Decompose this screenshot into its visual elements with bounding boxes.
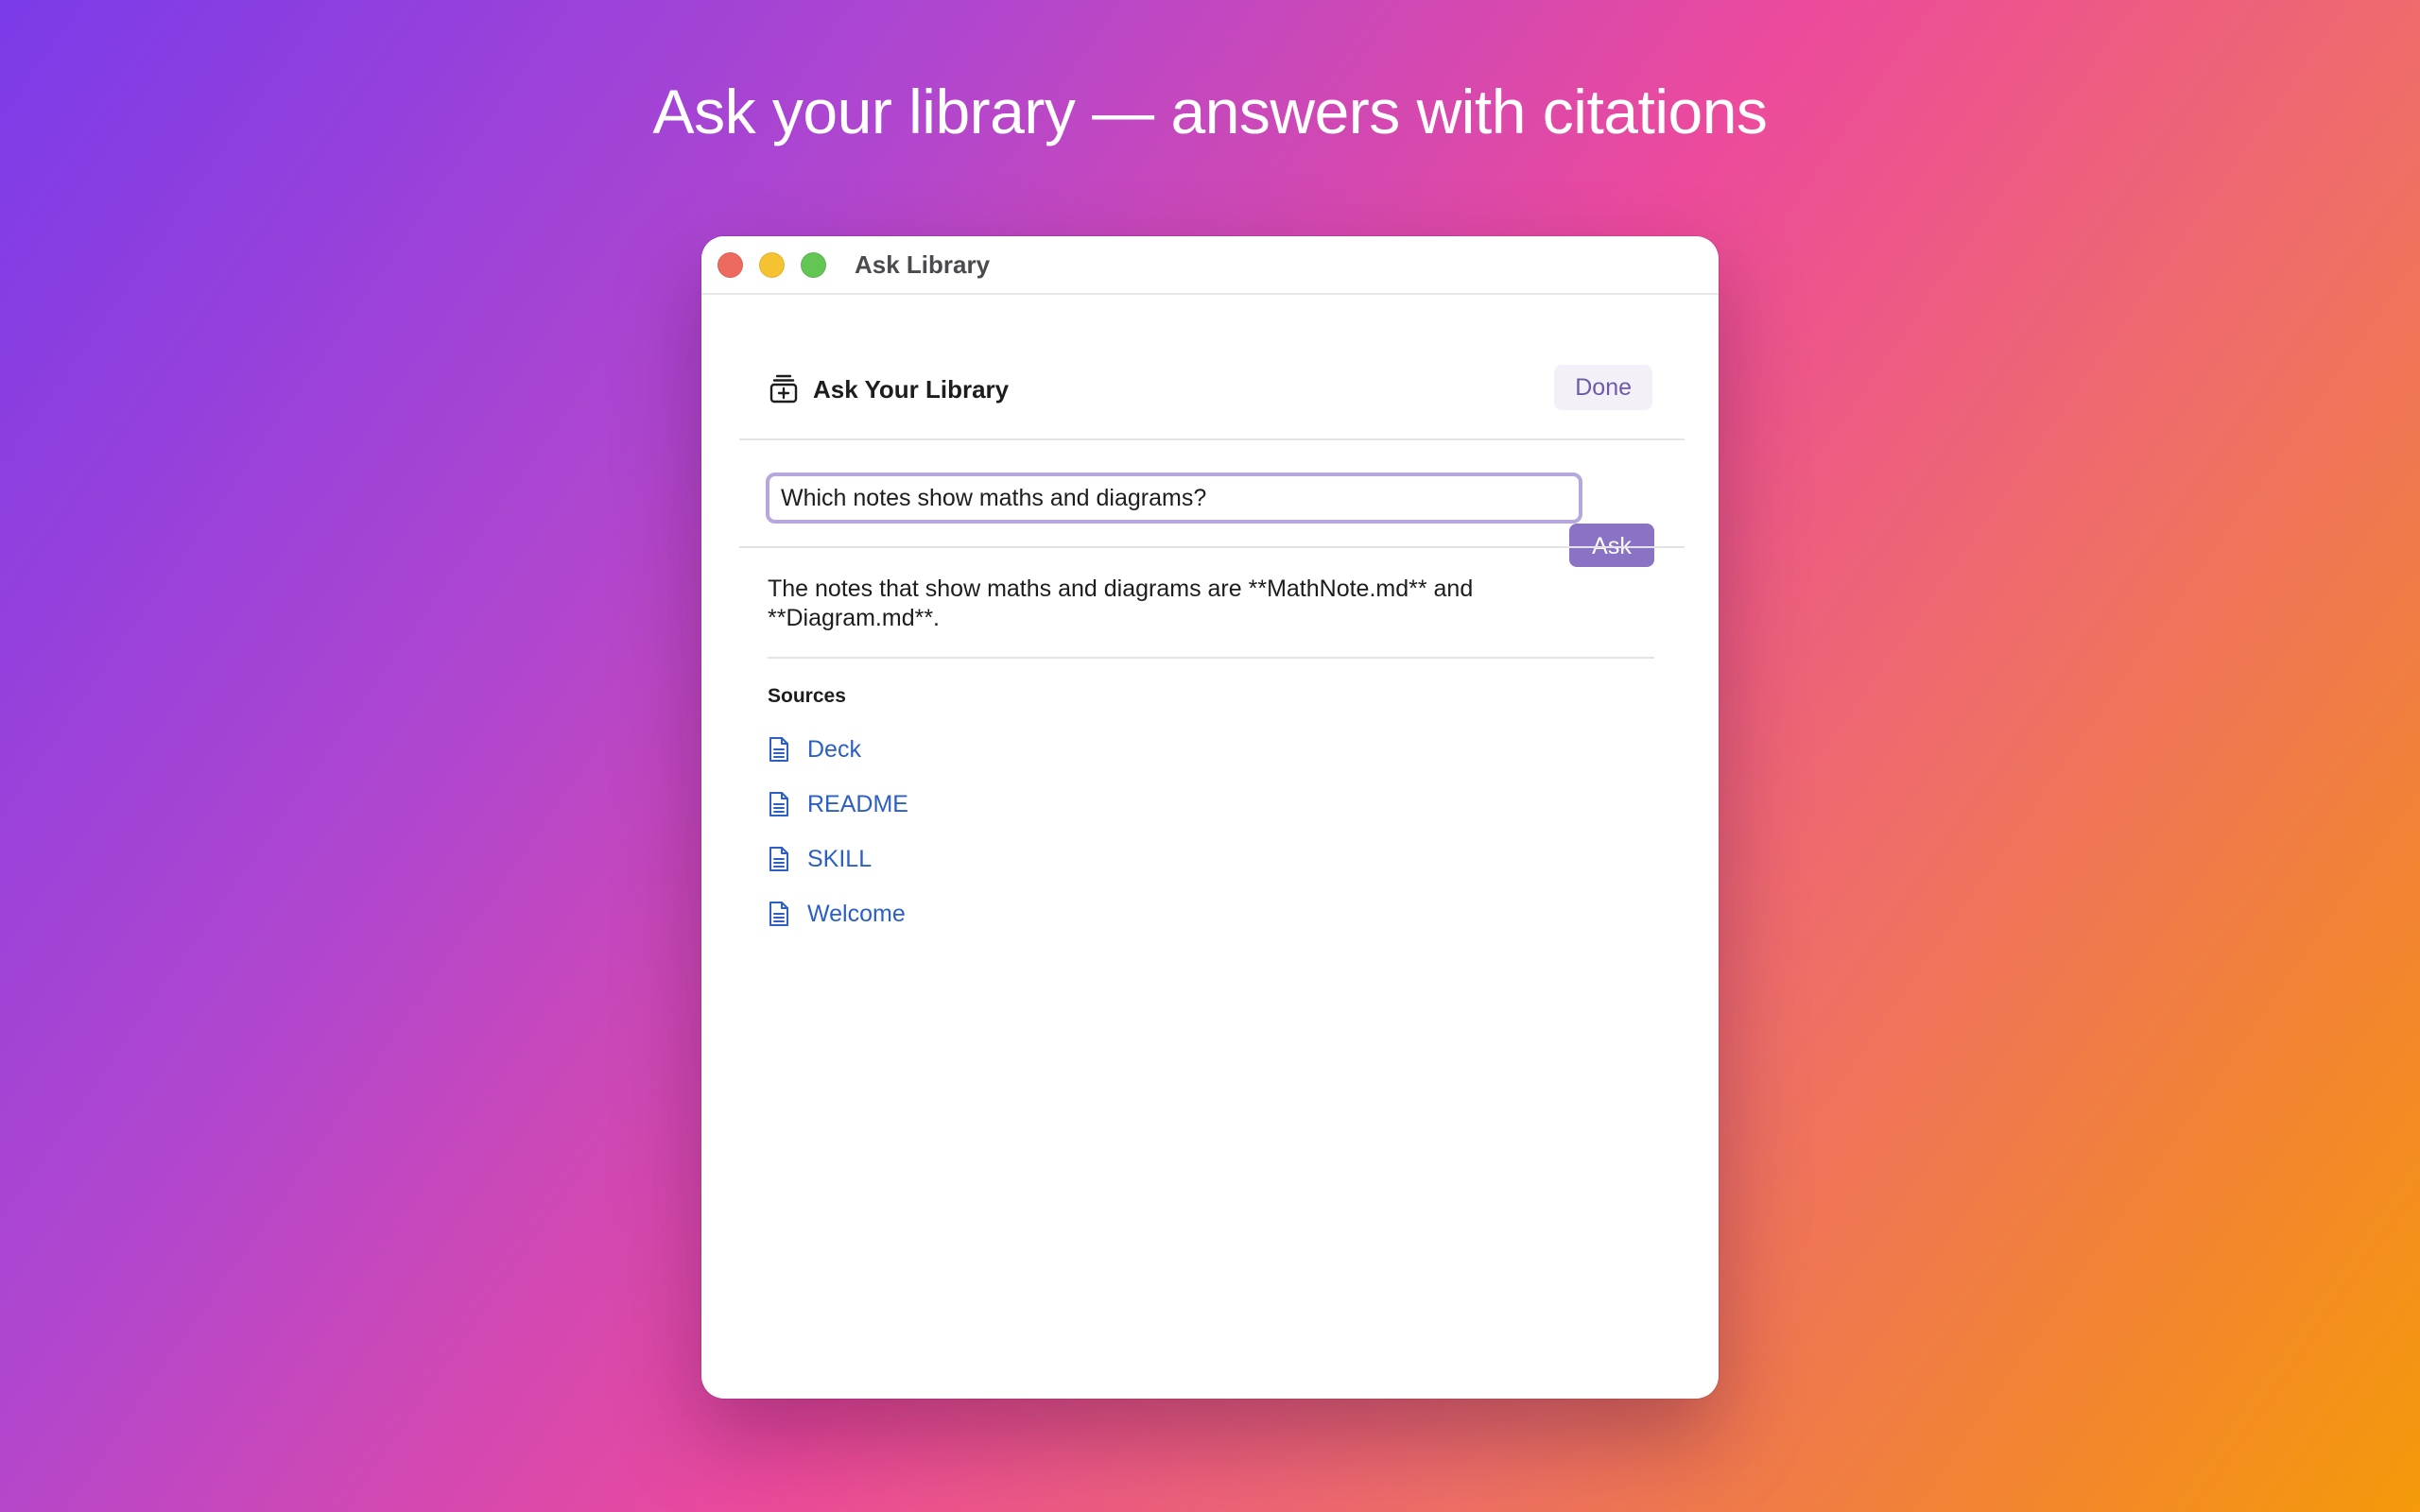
answer-divider: [768, 657, 1654, 659]
document-icon: [769, 847, 788, 871]
question-input[interactable]: [766, 472, 1582, 524]
source-link-skill[interactable]: SKILL: [807, 846, 872, 873]
source-link-deck[interactable]: Deck: [807, 736, 861, 764]
header-separator: [739, 438, 1685, 440]
source-item[interactable]: Welcome: [768, 886, 908, 941]
zoom-window-button[interactable]: [801, 252, 826, 278]
panel-title: Ask Your Library: [813, 375, 1010, 404]
sources-list: Deck README SKILL Welcome: [768, 722, 908, 941]
ask-button[interactable]: Ask: [1569, 524, 1654, 567]
page-headline: Ask your library — answers with citation…: [652, 77, 1768, 146]
source-item[interactable]: SKILL: [768, 832, 908, 886]
answer-text: The notes that show maths and diagrams a…: [768, 576, 1474, 631]
source-item[interactable]: Deck: [768, 722, 908, 777]
window-title: Ask Library: [855, 250, 991, 279]
document-icon: [769, 737, 788, 762]
done-button[interactable]: Done: [1554, 365, 1652, 410]
source-link-readme[interactable]: README: [807, 791, 908, 818]
source-item[interactable]: README: [768, 777, 908, 832]
sources-heading: Sources: [768, 685, 846, 707]
library-add-icon: [769, 374, 798, 404]
ask-library-window: Ask Library Ask Your Library Done Ask Th…: [701, 236, 1719, 1399]
document-icon: [769, 792, 788, 816]
query-divider: [739, 546, 1685, 548]
minimize-window-button[interactable]: [759, 252, 785, 278]
source-link-welcome[interactable]: Welcome: [807, 901, 906, 928]
document-icon: [769, 902, 788, 926]
close-window-button[interactable]: [717, 252, 743, 278]
title-bar: Ask Library: [701, 236, 1719, 295]
